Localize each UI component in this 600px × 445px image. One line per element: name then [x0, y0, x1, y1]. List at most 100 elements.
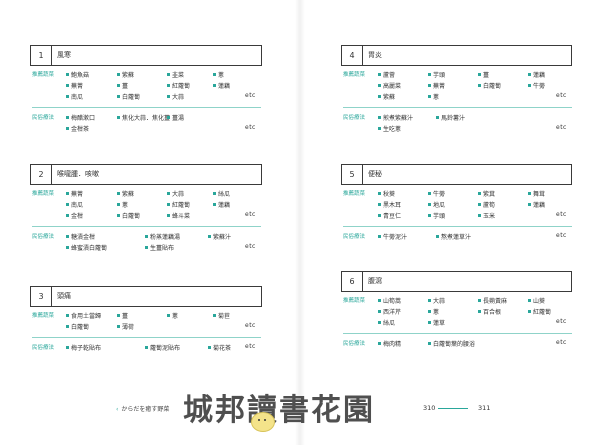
vegetable-name: 百合根 — [483, 309, 502, 316]
etc-label: etc — [556, 211, 567, 218]
vegetable-item: 鮑魚菇 — [66, 70, 89, 79]
bullet-icon — [167, 95, 170, 98]
vegetable-item: 蔥 — [213, 70, 224, 79]
bullet-icon — [213, 192, 216, 195]
folk-remedy-item: 梅醋漱口 — [66, 113, 95, 122]
bullet-icon — [378, 127, 381, 130]
vegetable-name: 鮑魚菇 — [71, 72, 90, 79]
vegetable-item: 百合根 — [478, 307, 501, 316]
bullet-icon — [428, 342, 431, 345]
bullet-icon — [66, 346, 69, 349]
section-title-box: 1 風寒 — [30, 45, 262, 66]
bullet-icon — [428, 310, 431, 313]
folk-remedy-name: 粉蒸蓮藕湯 — [150, 234, 181, 241]
section-title-box: 5 便秘 — [341, 164, 572, 185]
etc-label: etc — [245, 92, 256, 99]
bullet-icon — [66, 73, 69, 76]
vegetable-name: 秋葵 — [383, 191, 396, 198]
vegetable-name: 山筍蒿 — [383, 298, 402, 305]
bullet-icon — [378, 73, 381, 76]
vegetable-name: 地瓜 — [433, 202, 446, 209]
vegetable-name: 蕪菁 — [433, 83, 446, 90]
folk-remedy-name: 紫蘇汁 — [213, 234, 232, 241]
vegetable-item: 薑 — [478, 70, 489, 79]
vegetable-item: 食用土當歸 — [66, 311, 101, 320]
vegetable-item: 秋葵 — [378, 189, 395, 198]
bullet-icon — [478, 299, 481, 302]
left-page: 1 風寒 推薦蔬菜 鮑魚菇 紫蘇 韭菜蔥蕪菁薑紅蘿蔔 蓮藕 南瓜 白蘿蔔 大蒜 etc 民俗療法 梅醋漱… — [0, 0, 300, 445]
book-title-footer: ‹ からだを癒す野菜 — [116, 406, 170, 413]
recommended-vegetables-label: 推薦蔬菜 — [32, 191, 55, 197]
right-page: 4 胃炎 推薦蔬菜 蘆薈 芋頭薑蓮藕 高麗菜 蕪菁 白蘿蔔 牛蒡 紫蘇蔥 etc 民俗療法 煎煮紫蘇汁馬… — [300, 0, 600, 445]
bullet-icon — [167, 203, 170, 206]
vegetable-name: 蓮草 — [433, 320, 446, 327]
vegetable-name: 牛蒡 — [433, 191, 446, 198]
folk-remedy-item: 生薑貼布 — [145, 243, 174, 252]
folk-remedy-name: 梅子乾貼布 — [71, 345, 102, 352]
bullet-icon — [208, 235, 211, 238]
etc-label: etc — [556, 92, 567, 99]
vegetable-item: 高麗菜 — [378, 81, 401, 90]
bullet-icon — [167, 84, 170, 87]
bullet-icon — [378, 299, 381, 302]
bullet-icon — [117, 203, 120, 206]
watermark: 城邦讀書花園 — [183, 393, 375, 428]
page-number-left: 310 — [423, 404, 436, 412]
bullet-icon — [213, 203, 216, 206]
vegetable-name: 蜂斗菜 — [172, 213, 191, 220]
vegetable-item: 蓮藕 — [528, 70, 545, 79]
vegetable-name: 紫蘇 — [383, 94, 396, 101]
bullet-icon — [145, 346, 148, 349]
folk-remedy-item: 金柑茶 — [66, 124, 89, 133]
bullet-icon — [428, 214, 431, 217]
bullet-icon — [378, 214, 381, 217]
vegetable-name: 南瓜 — [71, 94, 84, 101]
section-title-box: 2 喉嚨腫．咳嗽 — [30, 164, 262, 185]
vegetable-name: 芋頭 — [433, 72, 446, 79]
bullet-icon — [378, 321, 381, 324]
section-title: 喉嚨腫．咳嗽 — [57, 170, 99, 178]
vegetable-name: 蕪菁 — [71, 191, 84, 198]
bullet-icon — [66, 192, 69, 195]
bullet-icon — [117, 192, 120, 195]
vegetable-name: 食用土當歸 — [71, 313, 102, 320]
recommended-vegetables-label: 推薦蔬菜 — [343, 191, 366, 197]
bullet-icon — [428, 192, 431, 195]
vegetable-item: 薑 — [117, 311, 128, 320]
vegetable-item: 大蒜 — [167, 189, 184, 198]
folk-remedy-name: 菊花茶 — [213, 345, 232, 352]
bullet-icon — [428, 95, 431, 98]
section-number: 3 — [31, 287, 52, 306]
etc-label: etc — [556, 318, 567, 325]
folk-remedy-name: 生吃蔥 — [383, 126, 402, 133]
section-title: 便秘 — [368, 170, 382, 178]
vegetable-item: 牛蒡 — [528, 81, 545, 90]
recommended-vegetables-label: 推薦蔬菜 — [32, 313, 55, 319]
bullet-icon — [167, 214, 170, 217]
vegetable-name: 紅蘿蔔 — [172, 202, 191, 209]
vegetable-name: 絲瓜 — [218, 191, 231, 198]
vegetable-item: 芋頭 — [428, 211, 445, 220]
vegetable-name: 蓮藕 — [218, 202, 231, 209]
vegetable-item: 山葵 — [528, 296, 545, 305]
vegetable-item: 蓮草 — [428, 318, 445, 327]
bullet-icon — [117, 116, 120, 119]
vegetable-item: 西洋芹 — [378, 307, 401, 316]
folk-remedy-item: 煎煮紫蘇汁 — [378, 113, 413, 122]
arrow-left-icon: ‹ — [116, 406, 119, 413]
bullet-icon — [428, 299, 431, 302]
vegetable-name: 紅蘿蔔 — [533, 309, 552, 316]
vegetable-name: 紫蘇 — [122, 191, 135, 198]
vegetable-item: 大蒜 — [428, 296, 445, 305]
section-title: 頭痛 — [57, 292, 71, 300]
vegetable-name: 玉米 — [483, 213, 496, 220]
folk-remedy-name: 薑湯 — [172, 115, 185, 122]
bullet-icon — [213, 84, 216, 87]
vegetable-name: 青豆仁 — [383, 213, 402, 220]
bullet-icon — [117, 325, 120, 328]
folk-remedy-item: 梅子乾貼布 — [66, 343, 101, 352]
bullet-icon — [213, 314, 216, 317]
bullet-icon — [66, 127, 69, 130]
vegetable-item: 芋頭 — [428, 70, 445, 79]
vegetable-item: 地瓜 — [428, 200, 445, 209]
